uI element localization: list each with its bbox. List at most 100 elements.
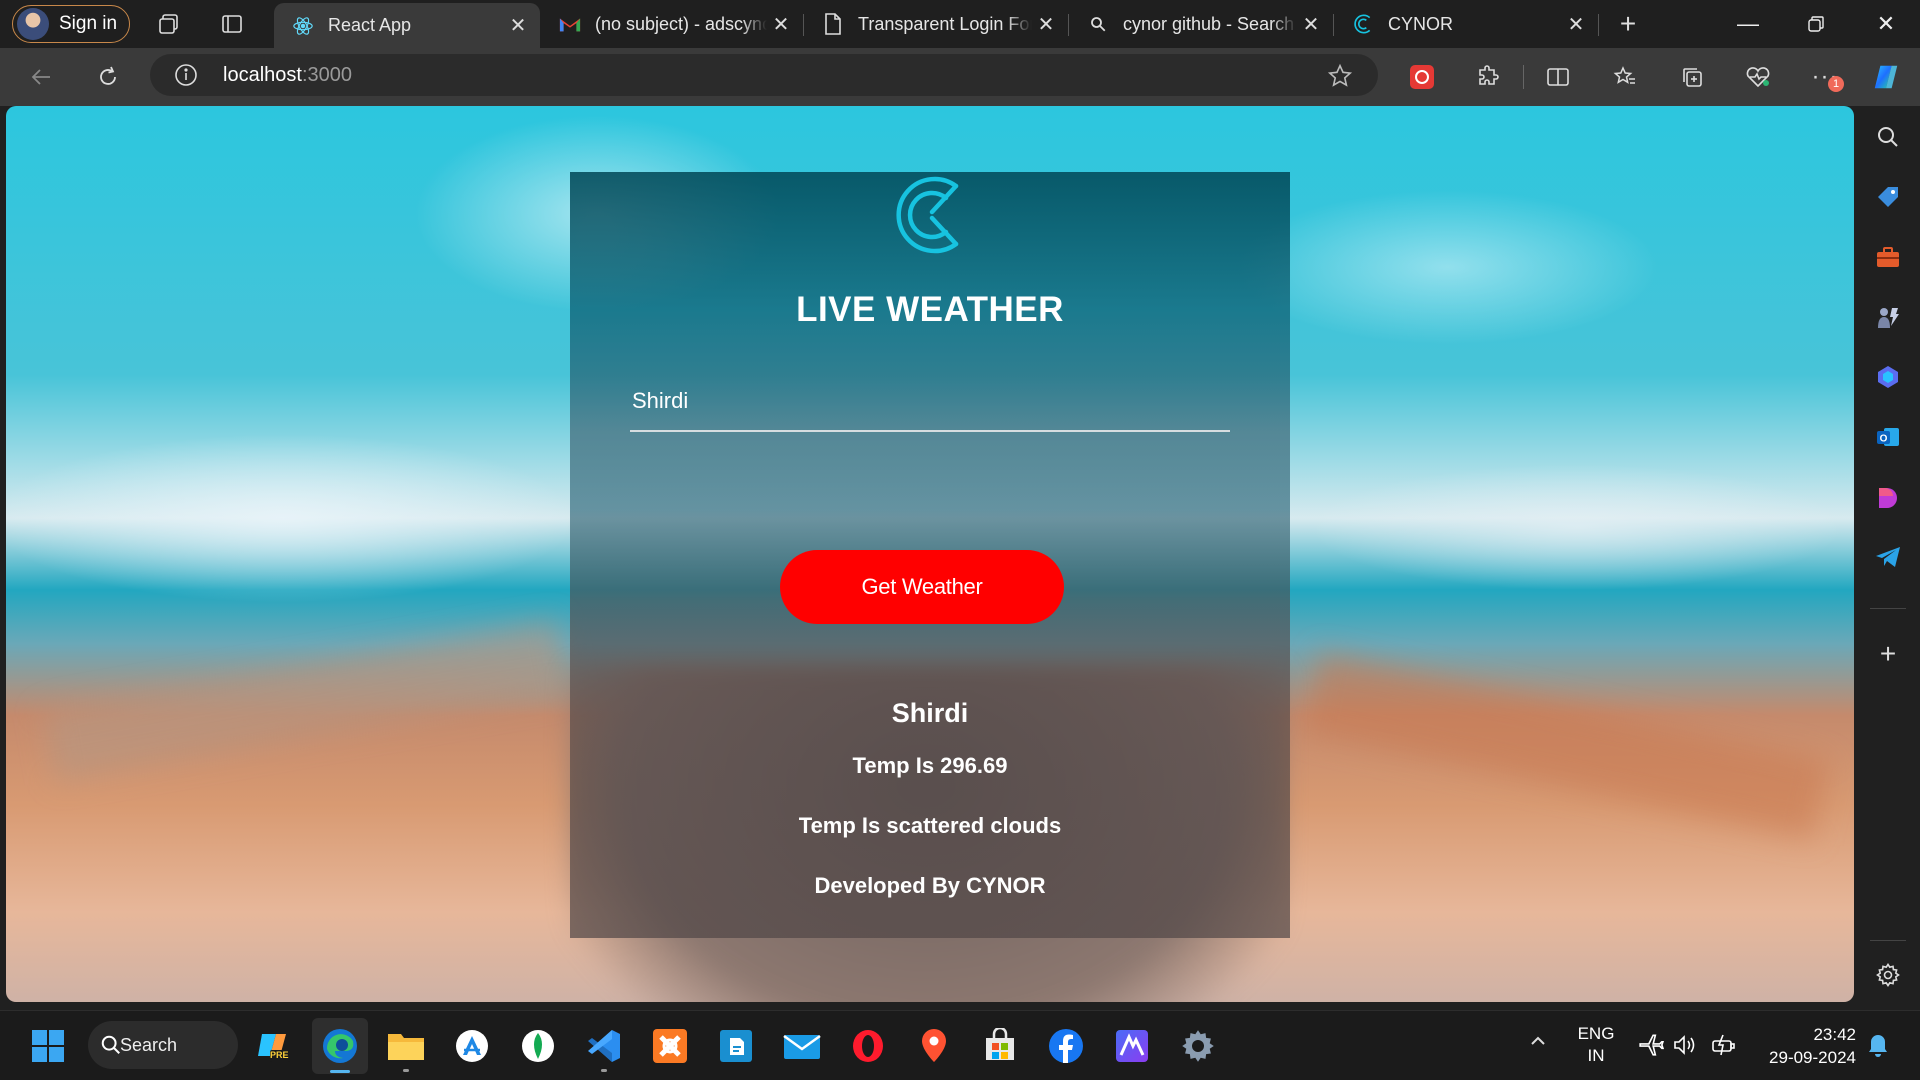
- browser-tab-strip: Sign in React App ✕ (no subject) - adscy…: [0, 0, 1920, 48]
- language-indicator[interactable]: ENG IN: [1576, 1023, 1616, 1067]
- tab-gmail[interactable]: (no subject) - adscynor ✕: [541, 0, 803, 48]
- close-tab-icon[interactable]: ✕: [767, 12, 795, 37]
- app-store-icon[interactable]: [452, 1026, 492, 1066]
- more-options-icon[interactable]: ··· 1: [1810, 62, 1844, 92]
- windows-taskbar: Search PRE ENG IN 23:42 29-09-2024: [0, 1010, 1920, 1080]
- tab-actions-icon[interactable]: [219, 11, 245, 37]
- notifications-bell-icon[interactable]: [1866, 1033, 1890, 1064]
- clock-time: 23:42: [1813, 1025, 1856, 1044]
- copilot-icon[interactable]: [1871, 62, 1901, 92]
- browser-essentials-icon[interactable]: [1743, 62, 1773, 92]
- mail-icon[interactable]: [782, 1026, 822, 1066]
- address-bar[interactable]: localhost:3000: [150, 54, 1378, 96]
- settings-gear-icon[interactable]: [1178, 1026, 1218, 1066]
- notification-badge: 1: [1828, 76, 1844, 92]
- back-arrow-icon[interactable]: [26, 62, 56, 92]
- taskbar-search[interactable]: Search: [88, 1021, 238, 1069]
- sidebar-settings-icon[interactable]: [1873, 960, 1903, 990]
- tab-title: cynor github - Search: [1123, 13, 1295, 34]
- signin-label: Sign in: [59, 13, 118, 34]
- avatar: [17, 8, 49, 40]
- battery-charging-icon[interactable]: [1710, 1033, 1738, 1062]
- cynor-icon: [1352, 13, 1374, 35]
- tools-icon[interactable]: [1873, 242, 1903, 272]
- tab-title: CYNOR: [1388, 13, 1454, 34]
- outlook-icon[interactable]: O: [1873, 422, 1903, 452]
- edge-sidebar: O +: [1856, 106, 1920, 1010]
- favorite-star-icon[interactable]: [1327, 63, 1353, 89]
- airplane-mode-icon[interactable]: [1638, 1032, 1665, 1063]
- windows-start-icon[interactable]: [28, 1026, 68, 1066]
- weather-card: LIVE WEATHER Get Weather Shirdi Temp Is …: [570, 172, 1290, 938]
- language-code: ENG: [1577, 1024, 1615, 1043]
- app-title: LIVE WEATHER: [796, 290, 1064, 329]
- reload-icon[interactable]: [93, 62, 123, 92]
- background-blur-rail-left: [43, 621, 569, 781]
- site-info-icon[interactable]: [174, 63, 198, 87]
- tab-cynor-search[interactable]: cynor github - Search ✕: [1069, 0, 1333, 48]
- tab-react-app[interactable]: React App ✕: [274, 3, 540, 48]
- mongodb-icon[interactable]: [518, 1026, 558, 1066]
- tab-transparent-login[interactable]: Transparent Login Form ✕: [804, 0, 1068, 48]
- url-port: :3000: [301, 64, 352, 86]
- copilot-badge: PRE: [270, 1050, 289, 1060]
- background-blur-rail-right: [1303, 652, 1829, 840]
- minimize-icon[interactable]: —: [1715, 0, 1781, 48]
- microsoft-store-icon[interactable]: [980, 1026, 1020, 1066]
- opera-icon[interactable]: [848, 1026, 888, 1066]
- file-explorer-icon[interactable]: [386, 1026, 426, 1072]
- shopping-tag-icon[interactable]: [1873, 182, 1903, 212]
- developer-credit: Developed By CYNOR: [814, 873, 1046, 898]
- split-screen-icon[interactable]: [1543, 62, 1573, 92]
- azure-data-studio-icon[interactable]: [1112, 1026, 1152, 1066]
- search-icon: [1087, 13, 1109, 35]
- svg-text:O: O: [1880, 434, 1888, 445]
- close-window-icon[interactable]: ✕: [1853, 0, 1919, 48]
- telegram-send-icon[interactable]: [1873, 542, 1903, 572]
- tab-title: React App: [328, 15, 412, 35]
- tab-cynor[interactable]: CYNOR ✕: [1334, 0, 1598, 48]
- tab-title: Transparent Login Form: [858, 13, 1032, 34]
- react-icon: [292, 15, 314, 37]
- copilot-sidebar-icon[interactable]: [1873, 362, 1903, 392]
- close-tab-icon[interactable]: ✕: [504, 13, 532, 38]
- volume-icon[interactable]: [1672, 1033, 1698, 1062]
- designer-icon[interactable]: [1873, 482, 1903, 512]
- clock[interactable]: 23:42 29-09-2024: [1754, 1023, 1856, 1069]
- taskbar-search-label: Search: [120, 1034, 178, 1055]
- get-weather-button[interactable]: Get Weather: [780, 550, 1064, 624]
- copilot-pre-icon[interactable]: PRE: [254, 1026, 294, 1066]
- edge-taskbar-icon[interactable]: [312, 1018, 368, 1074]
- cynor-logo-icon: [890, 172, 970, 258]
- result-description: Temp Is scattered clouds: [798, 813, 1062, 838]
- facebook-icon[interactable]: [1046, 1026, 1086, 1066]
- close-tab-icon[interactable]: ✕: [1032, 12, 1060, 37]
- close-tab-icon[interactable]: ✕: [1297, 12, 1325, 37]
- result-city: Shirdi: [891, 698, 969, 728]
- profile-signin-button[interactable]: Sign in: [12, 5, 130, 43]
- result-temperature: Temp Is 296.69: [852, 753, 1008, 778]
- page-icon: [822, 13, 844, 35]
- clock-date: 29-09-2024: [1769, 1048, 1856, 1067]
- add-sidebar-app-icon[interactable]: +: [1873, 638, 1903, 669]
- new-tab-icon[interactable]: +: [1615, 8, 1641, 39]
- collections-icon[interactable]: [1677, 62, 1707, 92]
- restore-icon[interactable]: [1783, 0, 1849, 48]
- show-hidden-icons-chevron-up-icon[interactable]: [1528, 1031, 1548, 1057]
- taskbar-search-icon: [100, 1034, 122, 1061]
- games-icon[interactable]: [1873, 302, 1903, 332]
- sidebar-search-icon[interactable]: [1873, 122, 1903, 152]
- gmail-icon: [559, 13, 581, 35]
- extensions-puzzle-icon[interactable]: [1473, 62, 1503, 92]
- tab-title: (no subject) - adscynor: [595, 13, 767, 34]
- xampp-icon[interactable]: [650, 1026, 690, 1066]
- maps-pin-icon[interactable]: [914, 1026, 954, 1066]
- sheets-app-icon[interactable]: [716, 1026, 756, 1066]
- extension-red-icon[interactable]: [1407, 62, 1437, 92]
- favorites-icon[interactable]: [1610, 62, 1640, 92]
- close-tab-icon[interactable]: ✕: [1562, 12, 1590, 37]
- city-input[interactable]: [630, 372, 1230, 432]
- workspaces-icon[interactable]: [157, 11, 183, 37]
- url-host: localhost: [223, 64, 302, 86]
- vscode-icon[interactable]: [584, 1026, 624, 1072]
